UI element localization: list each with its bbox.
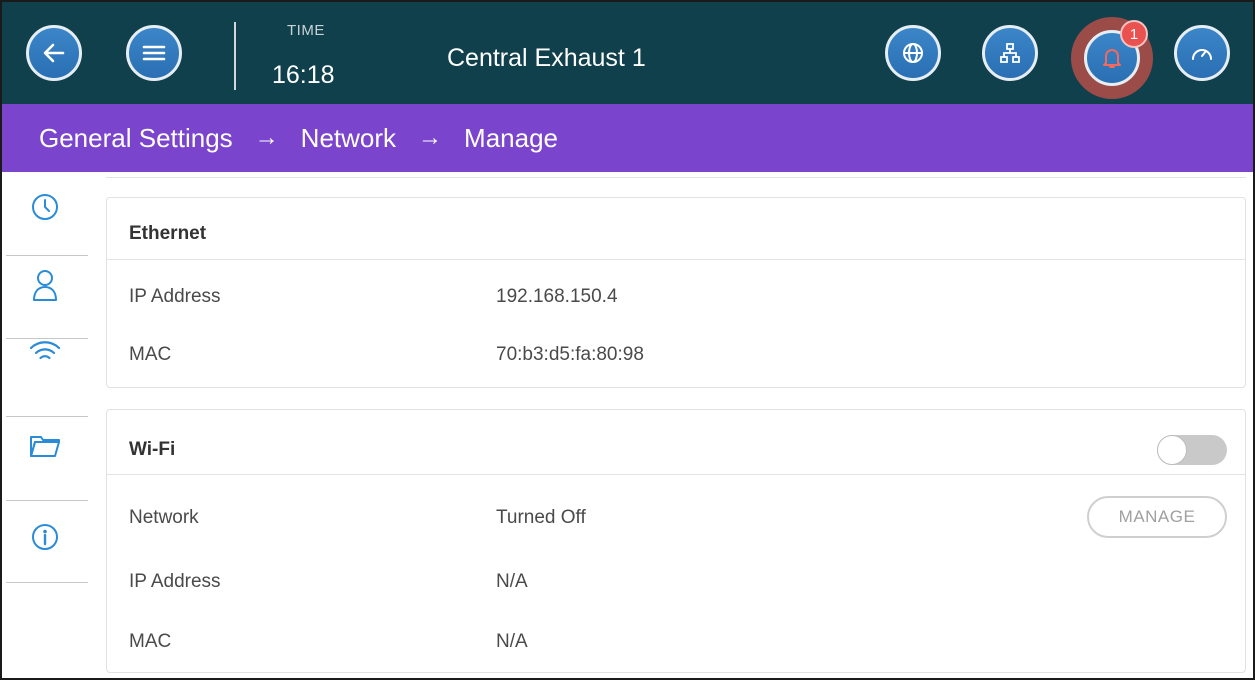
card-divider [107,259,1245,260]
sidebar-item-time[interactable] [2,172,88,256]
time-label: TIME [287,22,325,39]
wifi-toggle[interactable] [1157,435,1227,465]
info-icon [30,522,60,557]
breadcrumb-manage: Manage [464,122,558,153]
header-divider [234,22,236,90]
main-content: Ethernet IP Address 192.168.150.4 MAC 70… [106,172,1246,678]
globe-icon [901,41,925,65]
sidebar [2,172,88,678]
top-bar: TIME 16:18 Central Exhaust 1 1 [2,2,1253,104]
ethernet-ip-label: IP Address [129,286,221,307]
wifi-icon [29,340,61,369]
ethernet-mac-label: MAC [129,344,172,365]
sidebar-item-files[interactable] [2,416,88,500]
sidebar-item-network[interactable] [2,338,88,416]
back-arrow-icon [41,40,67,66]
toggle-knob [1157,435,1187,465]
alarm-count-badge: 1 [1120,20,1148,48]
user-icon [31,268,59,307]
back-button[interactable] [26,25,82,81]
wifi-ip-label: IP Address [129,571,221,592]
network-icon [998,41,1022,65]
menu-button[interactable] [126,25,182,81]
sidebar-divider [6,582,88,583]
previous-card-edge [106,172,1246,178]
bell-icon [1100,45,1124,71]
clock-icon [30,192,60,227]
breadcrumb-network[interactable]: Network [301,123,396,154]
page-title: Central Exhaust 1 [447,44,646,72]
wifi-mac-value: N/A [496,631,528,652]
app-frame: TIME 16:18 Central Exhaust 1 1 General S… [0,0,1255,680]
card-divider [107,474,1245,475]
manage-button[interactable]: MANAGE [1087,496,1227,538]
menu-icon [142,43,166,63]
ethernet-card: Ethernet IP Address 192.168.150.4 MAC 70… [106,197,1246,388]
breadcrumb-separator: → [418,124,443,151]
network-button[interactable] [982,25,1038,81]
language-button[interactable] [885,25,941,81]
sidebar-item-users[interactable] [2,256,88,338]
breadcrumb: General Settings → Network → Manage [2,104,1253,172]
wifi-network-label: Network [129,507,199,528]
time-value: 16:18 [272,61,335,89]
wifi-title: Wi-Fi [129,439,176,460]
gauge-icon [1189,42,1215,64]
wifi-mac-label: MAC [129,631,172,652]
ethernet-mac-value: 70:b3:d5:fa:80:98 [496,344,644,365]
wifi-ip-value: N/A [496,571,528,592]
ethernet-title: Ethernet [129,223,207,244]
folder-icon [29,434,61,463]
sidebar-item-about[interactable] [2,500,88,582]
gauge-button[interactable] [1174,25,1230,81]
breadcrumb-general-settings[interactable]: General Settings [39,123,233,154]
wifi-network-value: Turned Off [496,507,586,528]
breadcrumb-separator: → [254,124,279,151]
wifi-card: Wi-Fi Network Turned Off MANAGE IP Addre… [106,409,1246,673]
ethernet-ip-value: 192.168.150.4 [496,286,618,307]
